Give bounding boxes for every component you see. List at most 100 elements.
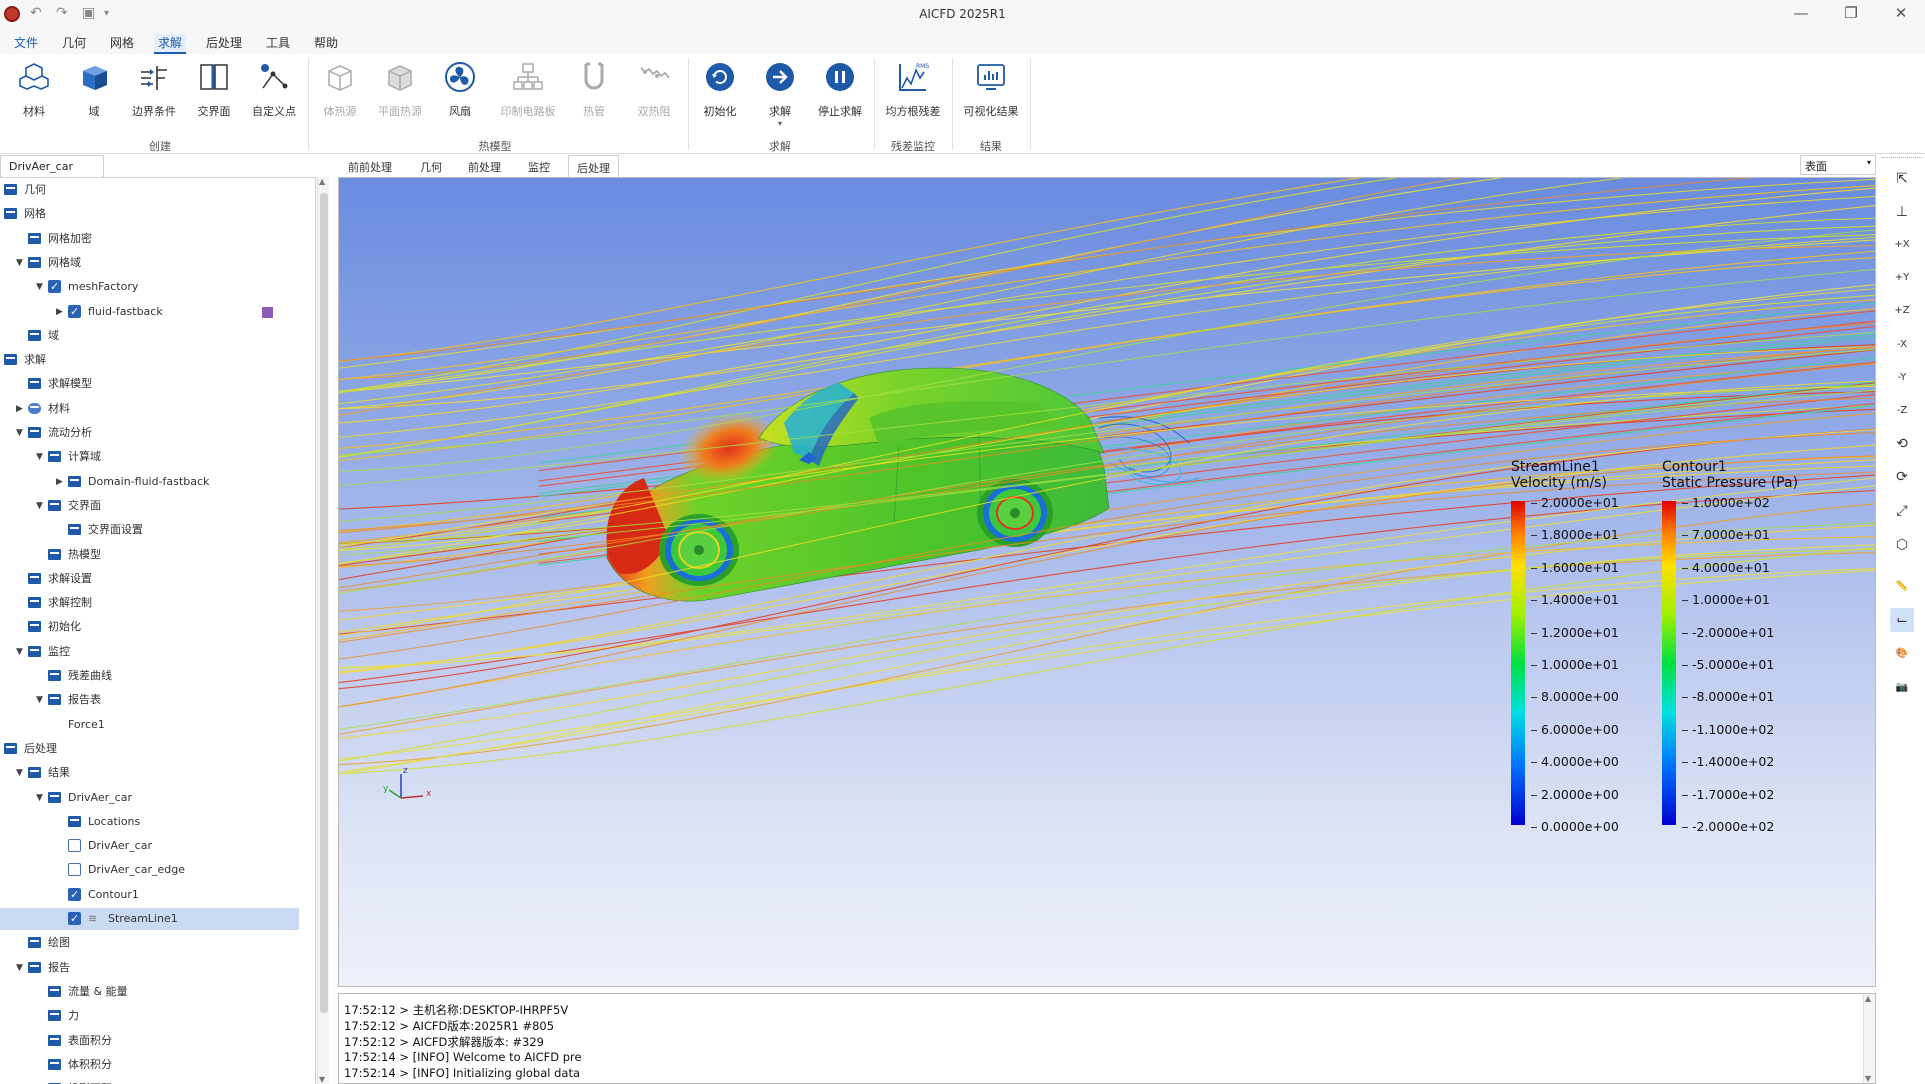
- restore-button[interactable]: ❐: [1836, 4, 1866, 22]
- tree-item[interactable]: 绘图: [0, 932, 299, 954]
- tree-item[interactable]: StreamLine1 ≋: [0, 908, 299, 930]
- expand-down-icon[interactable]: ▼: [36, 446, 43, 468]
- menu-tools[interactable]: 工具: [262, 34, 294, 51]
- tree-item[interactable]: ▶ Domain-fluid-fastback: [0, 471, 299, 493]
- rms-residual-button[interactable]: RMS 均方根残差: [878, 60, 948, 119]
- model-tab[interactable]: DrivAer_car: [0, 155, 104, 177]
- tree-item[interactable]: DrivAer_car: [0, 835, 299, 857]
- view-plus-y-button[interactable]: +Y: [1890, 266, 1914, 290]
- tree-item[interactable]: ▼后处理: [0, 738, 299, 760]
- tree-item[interactable]: ▼网格: [0, 203, 299, 225]
- tree-scrollbar[interactable]: ▲ ▼: [317, 177, 329, 1084]
- expand-down-icon[interactable]: ▼: [16, 422, 23, 444]
- tab-pre-preprocess[interactable]: 前前处理: [340, 155, 400, 177]
- tree-item[interactable]: ▼ 交界面: [0, 495, 299, 517]
- initialize-button[interactable]: 初始化: [692, 60, 748, 119]
- tree-item[interactable]: 投影面积: [0, 1078, 299, 1084]
- visibility-checkbox[interactable]: [68, 863, 81, 877]
- menu-file[interactable]: 文件: [10, 34, 42, 51]
- pop-out-button[interactable]: ⇱: [1890, 167, 1914, 191]
- color-swatch[interactable]: [262, 306, 273, 318]
- tree-item[interactable]: ▶ fluid-fastback: [0, 301, 299, 323]
- render-mode-select[interactable]: 表面 ▾: [1800, 155, 1876, 175]
- visibility-checkbox[interactable]: [68, 839, 81, 853]
- tree-item[interactable]: 残差曲线: [0, 665, 299, 687]
- visibility-checkbox[interactable]: [68, 908, 81, 930]
- expand-right-icon[interactable]: ▶: [16, 398, 23, 420]
- expand-down-icon[interactable]: ▼: [16, 252, 23, 274]
- tree-item[interactable]: 求解设置: [0, 568, 299, 590]
- tree-item[interactable]: 体积积分: [0, 1054, 299, 1076]
- scroll-down-icon[interactable]: ▼: [1865, 1074, 1871, 1083]
- custom-point-button[interactable]: 自定义点: [246, 60, 302, 119]
- tree-item[interactable]: 力: [0, 1005, 299, 1027]
- tree-item[interactable]: Locations: [0, 811, 299, 833]
- tab-postprocess[interactable]: 后处理: [568, 155, 619, 177]
- minimize-button[interactable]: —: [1786, 4, 1816, 22]
- tree-item[interactable]: 交界面设置: [0, 519, 299, 541]
- menu-solve[interactable]: 求解: [154, 34, 187, 54]
- tree-item[interactable]: DrivAer_car_edge: [0, 859, 299, 881]
- scroll-down-icon[interactable]: ▼: [319, 1075, 325, 1084]
- tab-monitor[interactable]: 监控: [520, 155, 558, 177]
- palette-button[interactable]: 🎨: [1890, 642, 1914, 666]
- expand-right-icon[interactable]: ▶: [56, 301, 63, 323]
- visibility-checkbox[interactable]: [68, 884, 81, 906]
- expand-right-icon[interactable]: ▶: [56, 471, 63, 493]
- console-output[interactable]: 17:52:12 > 主机名称:DESKTOP-IHRPF5V 17:52:12…: [338, 993, 1876, 1084]
- tree-item[interactable]: 网格加密: [0, 228, 299, 250]
- visibility-checkbox[interactable]: [48, 276, 61, 298]
- tree-item[interactable]: ▼求解: [0, 349, 299, 371]
- tree-item[interactable]: 求解控制: [0, 592, 299, 614]
- expand-down-icon[interactable]: ▼: [16, 762, 23, 784]
- tab-preprocess[interactable]: 前处理: [460, 155, 509, 177]
- tree-item[interactable]: 热模型: [0, 544, 299, 566]
- tree-item[interactable]: ▶ 材料: [0, 398, 299, 420]
- menu-geometry[interactable]: 几何: [58, 34, 90, 51]
- menu-postprocess[interactable]: 后处理: [202, 34, 246, 51]
- rotate-cw-90-button[interactable]: ⟳: [1890, 465, 1914, 489]
- axes-button[interactable]: ⊥: [1890, 200, 1914, 224]
- tree-scroll-thumb[interactable]: [320, 193, 328, 1013]
- tree-item[interactable]: ▼ 流动分析: [0, 422, 299, 444]
- tree-item[interactable]: 初始化: [0, 616, 299, 638]
- solve-button[interactable]: 求解 ▾: [752, 60, 808, 128]
- view-minus-z-button[interactable]: -Z: [1890, 399, 1914, 423]
- tree-item[interactable]: ▼ DrivAer_car: [0, 787, 299, 809]
- pcb-button[interactable]: 印制电路板: [492, 60, 564, 119]
- scroll-up-icon[interactable]: ▲: [1865, 994, 1871, 1003]
- plane-heat-source-button[interactable]: 平面热源: [372, 60, 428, 119]
- tree-item[interactable]: 表面积分: [0, 1030, 299, 1052]
- tree-item[interactable]: Force1: [0, 714, 299, 736]
- 3d-viewport[interactable]: z x y StreamLine1 Velocity (m/s) 2.0000e…: [338, 177, 1876, 987]
- view-minus-y-button[interactable]: -Y: [1890, 366, 1914, 390]
- tree-item[interactable]: 域: [0, 325, 299, 347]
- menu-help[interactable]: 帮助: [310, 34, 342, 51]
- tree-item[interactable]: ▼几何: [0, 179, 299, 201]
- fit-view-button[interactable]: ⤢: [1890, 499, 1914, 523]
- tree-item[interactable]: ▼ 计算域: [0, 446, 299, 468]
- tree-item[interactable]: Contour1: [0, 884, 299, 906]
- boundary-condition-button[interactable]: 边界条件: [126, 60, 182, 119]
- volume-heat-source-button[interactable]: 体热源: [312, 60, 368, 119]
- tree-item[interactable]: ▼ meshFactory: [0, 276, 299, 298]
- tree-item[interactable]: ▼ 报告表: [0, 689, 299, 711]
- axis-toggle-button[interactable]: ⌙: [1890, 608, 1914, 632]
- visibility-checkbox[interactable]: [68, 301, 81, 323]
- material-button[interactable]: 材料: [6, 60, 62, 119]
- expand-down-icon[interactable]: ▼: [36, 787, 43, 809]
- view-plus-x-button[interactable]: +X: [1890, 233, 1914, 257]
- camera-button[interactable]: 📷: [1890, 676, 1914, 700]
- expand-down-icon[interactable]: ▼: [16, 957, 23, 979]
- tree-item[interactable]: 求解模型: [0, 373, 299, 395]
- fan-button[interactable]: 风扇: [432, 60, 488, 119]
- rotate-ccw-90-button[interactable]: ⟲: [1890, 432, 1914, 456]
- expand-down-icon[interactable]: ▼: [36, 276, 43, 298]
- expand-down-icon[interactable]: ▼: [36, 689, 43, 711]
- domain-button[interactable]: 域: [66, 60, 122, 119]
- stop-solve-button[interactable]: 停止求解: [812, 60, 868, 119]
- tree-item[interactable]: ▼ 结果: [0, 762, 299, 784]
- tree-item[interactable]: ▼ 报告: [0, 957, 299, 979]
- interface-button[interactable]: 交界面: [186, 60, 242, 119]
- tree-item[interactable]: 流量 & 能量: [0, 981, 299, 1003]
